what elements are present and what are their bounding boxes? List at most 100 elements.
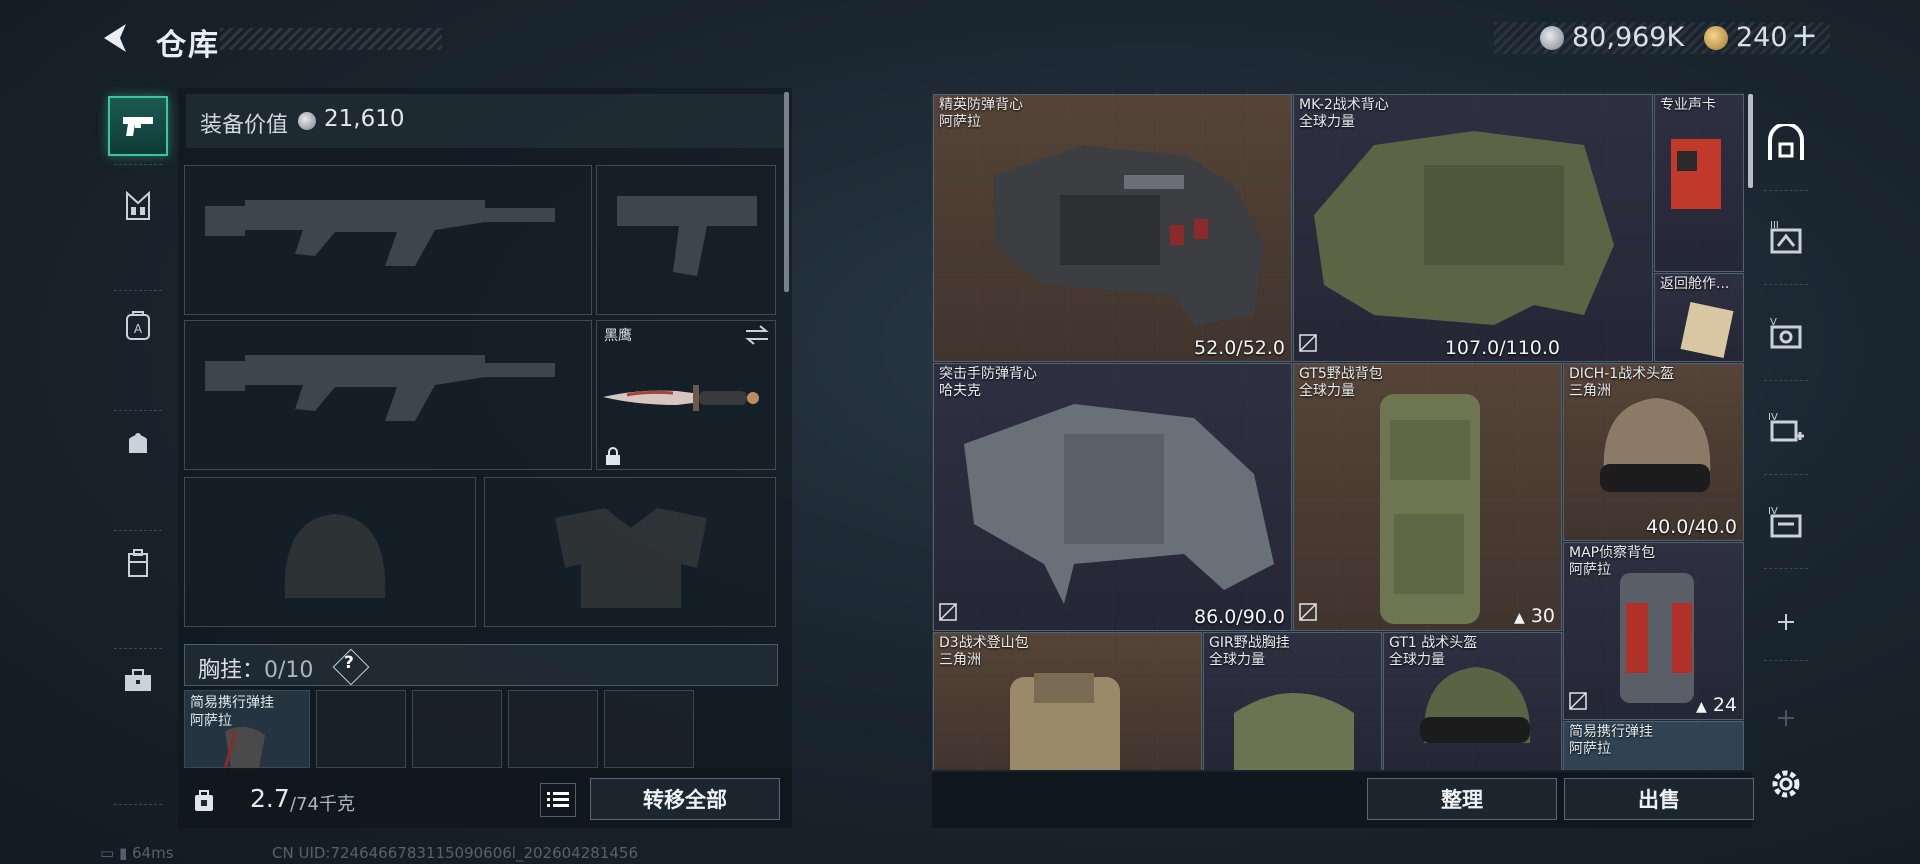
pistol-icon <box>123 117 153 136</box>
sell-button[interactable]: 出售 <box>1564 778 1754 820</box>
rig-item-name: 简易携行弹挂 阿萨拉 <box>190 694 274 730</box>
silver-coin-icon <box>1540 26 1564 50</box>
svg-text:A: A <box>134 322 143 336</box>
nav-pouch-tab[interactable] <box>108 413 168 473</box>
user-uid: CN UID:7246466783115090606l_202604281456 <box>272 844 638 862</box>
primary-weapon-slot[interactable] <box>184 165 592 315</box>
nav-backpack-tab[interactable]: A <box>108 295 168 355</box>
item-durability: 52.0/52.0 <box>1193 337 1285 359</box>
storage-tab-3[interactable]: V <box>1758 305 1814 361</box>
no-insure-icon <box>1299 603 1317 625</box>
sort-button[interactable]: 整理 <box>1367 778 1557 820</box>
storage-item[interactable]: MK-2战术背心 全球力量 107.0/110.0 <box>1293 94 1653 362</box>
item-title: D3战术登山包 <box>939 635 1029 651</box>
storage-tab-5[interactable]: IV <box>1758 494 1814 550</box>
item-durability: 86.0/90.0 <box>1193 606 1285 628</box>
item-title: 突击手防弹背心 <box>939 366 1037 382</box>
rig-count: 0/10 <box>264 658 314 683</box>
storage-item[interactable]: MAP侦察背包 阿萨拉 ▲ 24 <box>1563 542 1744 720</box>
storage-item[interactable]: 专业声卡 <box>1654 94 1744 272</box>
rig-item-title: 简易携行弹挂 <box>190 695 274 711</box>
page-title: 仓库 <box>156 28 220 63</box>
vest-item-icon <box>994 145 1264 325</box>
rig-slot[interactable] <box>316 690 406 768</box>
equipment-value-label: 装备价值 <box>200 113 289 138</box>
case-icon <box>128 549 148 577</box>
item-title: DICH-1战术头盔 <box>1569 366 1675 382</box>
item-title: 精英防弹背心 <box>939 97 1023 113</box>
pistol-slot[interactable] <box>596 165 776 315</box>
svg-text:IV: IV <box>1768 506 1778 517</box>
title-decoration <box>220 28 442 50</box>
add-storage-tab-button[interactable] <box>1758 594 1814 650</box>
nav-toolbox-tab[interactable] <box>108 650 168 710</box>
storage-item-name: MAP侦察背包 阿萨拉 <box>1569 545 1655 579</box>
left-nav: A <box>102 88 174 808</box>
add-currency-button[interactable]: + <box>1791 16 1818 54</box>
item-maker: 三角洲 <box>939 652 981 668</box>
nav-chest-rig-tab[interactable] <box>108 176 168 236</box>
swap-icon[interactable] <box>744 324 770 350</box>
silver-coin-icon <box>298 112 316 130</box>
rig-slot[interactable] <box>604 690 694 768</box>
lock-icon <box>604 446 622 470</box>
body-armor-slot[interactable] <box>484 477 776 627</box>
item-capacity: ▲ 30 <box>1514 605 1555 627</box>
helmet-slot[interactable] <box>184 477 476 627</box>
weight-max: /74千克 <box>290 794 355 815</box>
secondary-weapon-slot[interactable] <box>184 320 592 470</box>
no-insure-icon <box>939 603 957 625</box>
storage-item-name: 返回舱作... <box>1660 276 1730 292</box>
item-maker: 阿萨拉 <box>939 114 981 130</box>
gold-coin-icon <box>1704 26 1728 50</box>
storage-item[interactable]: 精英防弹背心 阿萨拉 52.0/52.0 <box>933 94 1292 362</box>
item-title: GT5野战背包 <box>1299 366 1383 382</box>
item-capacity: ▲ 24 <box>1696 694 1737 716</box>
storage-tab-2[interactable]: III <box>1758 210 1814 266</box>
nav-weapons-tab[interactable] <box>108 96 168 156</box>
storage-item[interactable]: DICH-1战术头盔 三角洲 40.0/40.0 <box>1563 363 1744 541</box>
storage-grid: 精英防弹背心 阿萨拉 52.0/52.0 MK-2战术背心 全球力量 107.0/1… <box>932 92 1744 770</box>
storage-tab-4[interactable]: IV <box>1758 400 1814 456</box>
storage-item[interactable]: GT1 战术头盔 全球力量 <box>1383 632 1562 770</box>
storage-tab-main[interactable] <box>1758 116 1814 172</box>
item-maker: 全球力量 <box>1389 652 1445 668</box>
storage-item[interactable]: 简易携行弹挂 阿萨拉 <box>1563 721 1744 770</box>
equipment-scrollbar[interactable] <box>784 92 789 292</box>
storage-tab-icon: III <box>1770 220 1802 254</box>
storage-item[interactable]: D3战术登山包 三角洲 <box>933 632 1202 770</box>
backpack-item-icon <box>1380 394 1480 624</box>
svg-text:V: V <box>1770 317 1777 328</box>
storage-scrollbar[interactable] <box>1748 94 1753 188</box>
transfer-all-button[interactable]: 转移全部 <box>590 778 780 820</box>
rig-label-text: 胸挂： <box>198 658 265 683</box>
storage-item[interactable]: GIR野战胸挂 全球力量 <box>1203 632 1382 770</box>
storage-tab-icon: IV <box>1768 506 1802 538</box>
add-storage-tab-button-disabled <box>1758 690 1814 746</box>
storage-item-name: 简易携行弹挂 阿萨拉 <box>1569 724 1653 758</box>
item-maker: 全球力量 <box>1299 383 1355 399</box>
svg-text:III: III <box>1770 220 1779 231</box>
no-insure-icon <box>1299 334 1317 356</box>
nav-case-tab[interactable] <box>108 533 168 593</box>
item-maker: 全球力量 <box>1299 114 1355 130</box>
storage-tab-icon: V <box>1770 317 1802 349</box>
item-title: MK-2战术背心 <box>1299 97 1389 113</box>
capacity-value: 24 <box>1712 694 1737 716</box>
settings-button[interactable] <box>1758 756 1814 812</box>
rig-slot[interactable] <box>508 690 598 768</box>
list-view-button[interactable] <box>540 783 576 817</box>
status-ping: ▭ ▮ 64ms <box>100 844 174 862</box>
vest-item-icon <box>964 404 1274 604</box>
storage-item[interactable]: GT5野战背包 全球力量 ▲ 30 <box>1293 363 1562 631</box>
storage-item[interactable]: 突击手防弹背心 哈夫克 86.0/90.0 <box>933 363 1292 631</box>
item-durability: 40.0/40.0 <box>1645 516 1737 538</box>
item-title: MAP侦察背包 <box>1569 545 1656 561</box>
storage-item[interactable]: 返回舱作... <box>1654 273 1744 362</box>
rig-slot[interactable] <box>412 690 502 768</box>
weight-icon <box>178 774 230 826</box>
pouch-icon <box>129 433 147 453</box>
back-button[interactable] <box>96 18 136 58</box>
battery-icon: ▭ <box>100 844 115 862</box>
storage-house-icon <box>1768 124 1804 160</box>
